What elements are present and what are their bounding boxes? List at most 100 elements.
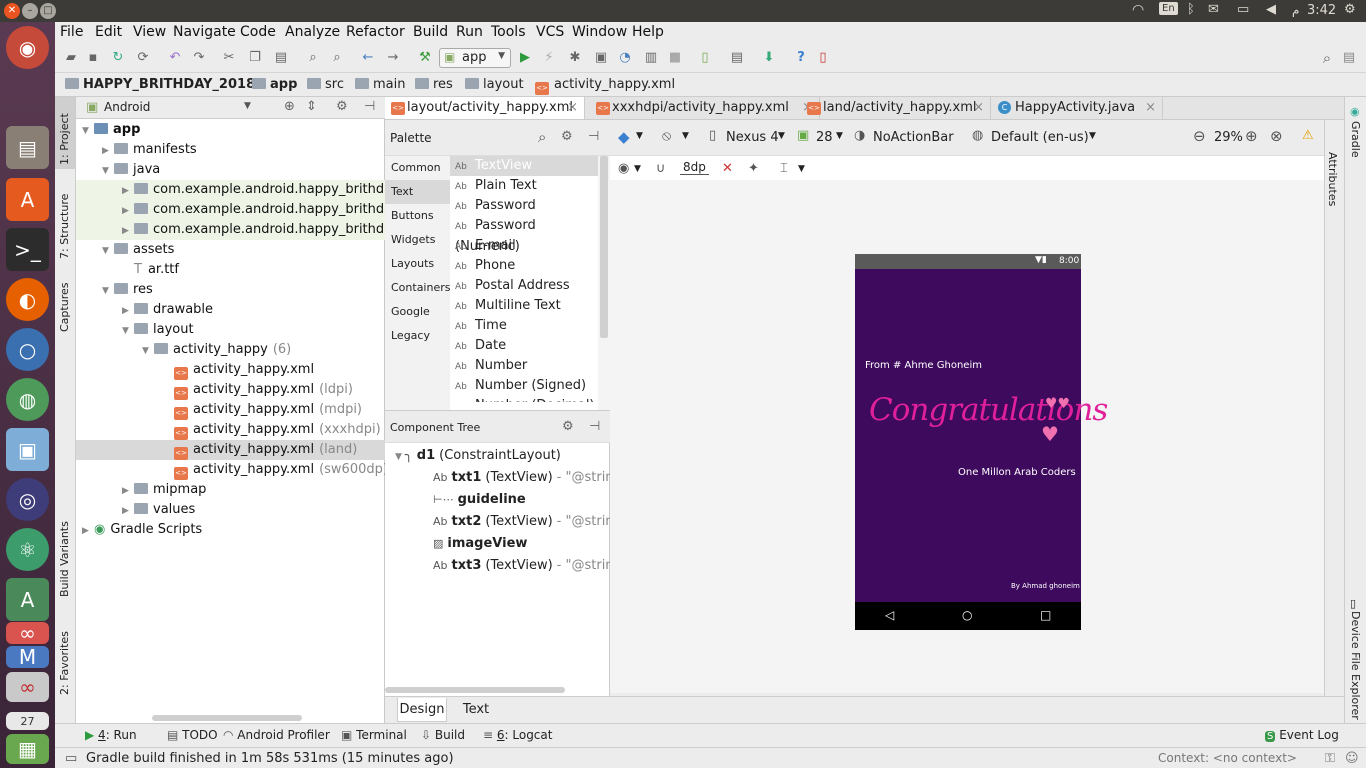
wifi-icon[interactable]: ◠ bbox=[1132, 2, 1144, 18]
horizontal-scrollbar[interactable] bbox=[152, 715, 302, 721]
api-select[interactable]: 28 bbox=[816, 130, 833, 145]
favorites-tool-tab[interactable]: 2: Favorites bbox=[58, 631, 71, 695]
theme-icon[interactable]: ◑ bbox=[854, 128, 865, 143]
congratulations-image[interactable]: Congratulations bbox=[869, 392, 1108, 428]
keyboard-layout-indicator[interactable]: En bbox=[1159, 2, 1178, 15]
autoconnect-icon[interactable]: ∪ bbox=[656, 161, 666, 176]
hide-panel-icon[interactable]: ⊣ bbox=[589, 419, 600, 434]
android-profiler-tool-tab[interactable]: ◠ Android Profiler bbox=[223, 728, 330, 742]
palette-category-widgets[interactable]: Widgets bbox=[385, 228, 450, 252]
palette-category-buttons[interactable]: Buttons bbox=[385, 204, 450, 228]
redo-icon[interactable]: ↷ bbox=[191, 50, 207, 66]
status-message[interactable]: Gradle build finished in 1m 58s 531ms (1… bbox=[86, 751, 454, 766]
volume-icon[interactable]: ◀ bbox=[1266, 2, 1276, 17]
palette-category-layouts[interactable]: Layouts bbox=[385, 252, 450, 276]
minimize-window-button[interactable]: – bbox=[22, 3, 38, 19]
palette-item[interactable]: Ab Date bbox=[450, 336, 598, 356]
close-window-button[interactable]: ✕ bbox=[4, 3, 20, 19]
run-icon[interactable]: ▶ bbox=[517, 50, 533, 66]
stop-icon[interactable]: ■ bbox=[667, 50, 683, 66]
build-tool-tab[interactable]: ⇩ Build bbox=[421, 728, 465, 742]
project-view-select[interactable]: Android bbox=[104, 100, 150, 114]
app-icon-2[interactable]: M bbox=[6, 645, 49, 669]
collapse-arrow-icon[interactable]: ▶ bbox=[122, 181, 134, 201]
network-icon[interactable]: ◍ bbox=[6, 378, 49, 421]
close-icon[interactable]: × bbox=[1145, 97, 1156, 119]
palette-category-common[interactable]: Common bbox=[385, 156, 450, 180]
tree-item[interactable]: ▶ com.example.android.happy_brithday_ bbox=[76, 220, 406, 240]
copy-icon[interactable]: ❐ bbox=[247, 50, 263, 66]
tab-layout-activity-happy[interactable]: <> layout/activity_happy.xml × bbox=[385, 97, 585, 119]
menu-refactor[interactable]: Refactor bbox=[346, 24, 405, 40]
replace-icon[interactable]: ⌕ bbox=[329, 50, 345, 66]
tab-happyactivity-java[interactable]: C HappyActivity.java × bbox=[993, 97, 1163, 119]
captures-tool-tab[interactable]: Captures bbox=[58, 283, 71, 332]
palette-item[interactable]: Ab E-mail bbox=[450, 236, 598, 256]
phone-preview[interactable]: ▼▮ 8:00 From # Ahme Ghoneim Congratulati… bbox=[855, 254, 1108, 630]
close-icon[interactable]: × bbox=[567, 97, 578, 119]
hide-panel-icon[interactable]: ⊣ bbox=[588, 129, 599, 144]
close-icon[interactable]: × bbox=[973, 97, 984, 119]
palette-item[interactable]: Ab Password (Numeric) bbox=[450, 216, 598, 254]
zoom-in-icon[interactable]: ⊕ bbox=[1245, 127, 1258, 145]
collapse-arrow-icon[interactable]: ▶ bbox=[122, 501, 134, 521]
app-icon-3[interactable]: ∞ bbox=[6, 672, 49, 702]
firefox-icon[interactable]: ◐ bbox=[6, 278, 49, 321]
breadcrumb-src[interactable]: src bbox=[307, 77, 344, 92]
calendar-icon[interactable]: 27 bbox=[6, 712, 49, 730]
clear-constraints-icon[interactable]: ✕ bbox=[722, 161, 733, 176]
palette-item[interactable]: Ab Time bbox=[450, 316, 598, 336]
status-toggle-icon[interactable]: ▭ bbox=[65, 751, 77, 766]
component-tree-item[interactable]: Abtxt2(TextView)- "@string/ bbox=[385, 511, 610, 533]
sdk-manager-icon[interactable]: ⬇ bbox=[761, 50, 777, 66]
palette-category-text[interactable]: Text bbox=[385, 180, 450, 204]
tab-design[interactable]: Design bbox=[397, 698, 447, 722]
debug-icon[interactable]: ✱ bbox=[567, 50, 583, 66]
txt2-preview[interactable]: One Millon Arab Coders bbox=[958, 467, 1076, 478]
tab-xxxhdpi-activity-happy[interactable]: <>xxxhdpi/activity_happy.xml× bbox=[590, 97, 820, 119]
device-icon[interactable]: ▯ bbox=[709, 128, 716, 143]
help-icon[interactable]: ? bbox=[793, 50, 809, 66]
menu-navigate[interactable]: Navigate bbox=[173, 24, 236, 40]
tree-item[interactable]: <> activity_happy.xml (sw600dp) bbox=[76, 460, 388, 480]
virtualbox-icon[interactable]: ▣ bbox=[6, 428, 49, 471]
menu-edit[interactable]: Edit bbox=[95, 24, 122, 40]
files-icon[interactable]: ▤ bbox=[6, 126, 49, 169]
palette-category-google[interactable]: Google bbox=[385, 300, 450, 324]
profile-icon[interactable]: ◔ bbox=[617, 50, 633, 66]
lock-icon[interactable]: ⚿ bbox=[1325, 751, 1335, 766]
coverage-icon[interactable]: ▣ bbox=[593, 50, 609, 66]
menu-window[interactable]: Window bbox=[572, 24, 627, 40]
gradle-tool-tab[interactable]: Gradle bbox=[1349, 121, 1362, 158]
avd-manager-icon[interactable]: ▯ bbox=[697, 50, 713, 66]
undo-icon[interactable]: ↶ bbox=[167, 50, 183, 66]
palette-item[interactable]: Ab TextView bbox=[450, 156, 598, 176]
collapse-all-icon[interactable]: ⇕ bbox=[306, 99, 317, 114]
zoom-fit-icon[interactable]: ⊗ bbox=[1270, 127, 1283, 145]
palette-scrollbar[interactable] bbox=[600, 156, 608, 338]
expand-arrow-icon[interactable]: ▼ bbox=[122, 321, 134, 341]
breadcrumb-app[interactable]: app bbox=[252, 77, 297, 92]
palette-item[interactable]: Ab Password bbox=[450, 196, 598, 216]
expand-arrow-icon[interactable]: ▼ bbox=[82, 121, 94, 141]
todo-tool-tab[interactable]: ▤ TODO bbox=[167, 728, 218, 742]
horizontal-scrollbar[interactable] bbox=[385, 687, 565, 693]
device-icon[interactable]: ▯ bbox=[815, 50, 831, 66]
tree-item[interactable]: <> activity_happy.xml (land) bbox=[76, 440, 385, 460]
collapse-arrow-icon[interactable]: ▶ bbox=[102, 141, 114, 161]
build-variants-tool-tab[interactable]: Build Variants bbox=[58, 521, 71, 597]
collapse-arrow-icon[interactable]: ▶ bbox=[122, 201, 134, 221]
breadcrumb-layout[interactable]: layout bbox=[465, 77, 524, 92]
tree-item[interactable]: <> activity_happy.xml (xxxhdpi) bbox=[76, 420, 385, 440]
structure-tool-tab[interactable]: 7: Structure bbox=[58, 194, 71, 259]
side-icon[interactable]: ▤ bbox=[1341, 50, 1357, 66]
palette-item[interactable]: Ab Phone bbox=[450, 256, 598, 276]
tree-item[interactable]: ▼ activity_happy (6) bbox=[76, 340, 385, 360]
gear-icon[interactable]: ⚙ bbox=[562, 419, 574, 434]
tree-item[interactable]: ▼ app bbox=[76, 120, 385, 140]
tree-item[interactable]: ▶ mipmap bbox=[76, 480, 385, 500]
tree-item[interactable]: <> activity_happy.xml bbox=[76, 360, 385, 380]
tab-land-activity-happy[interactable]: <> land/activity_happy.xml × bbox=[801, 97, 991, 119]
hide-panel-icon[interactable]: ⊣ bbox=[364, 99, 375, 114]
attach-debugger-icon[interactable]: ▥ bbox=[643, 50, 659, 66]
